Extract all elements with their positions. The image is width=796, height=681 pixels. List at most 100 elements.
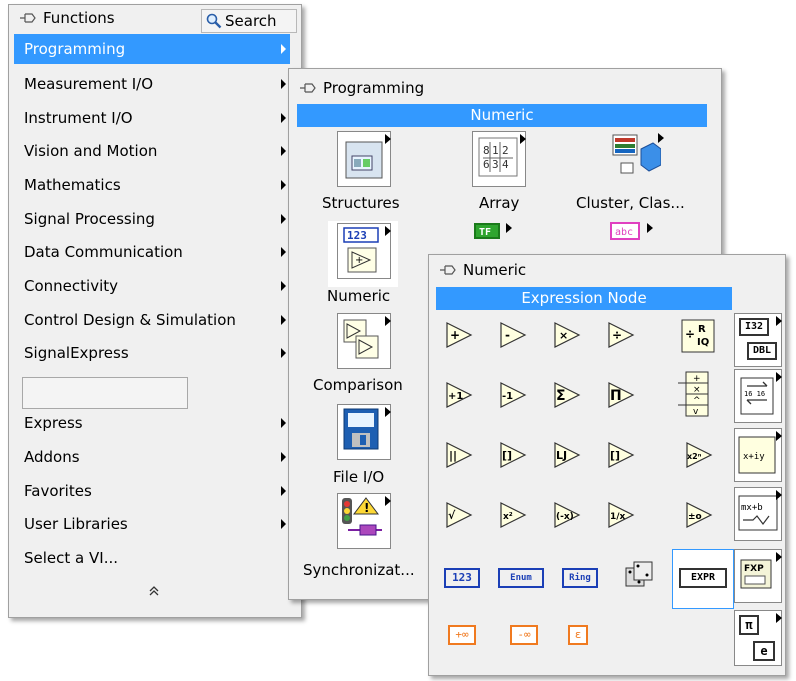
cluster-icon[interactable] — [609, 131, 664, 187]
menu-item-data-communication[interactable]: Data Communication — [14, 237, 290, 267]
svg-text:÷: ÷ — [685, 327, 695, 341]
conversion-subpalette-icon[interactable]: I32 DBL — [734, 313, 782, 367]
svg-text:√: √ — [448, 509, 456, 522]
round-nearest-icon[interactable]: [] — [498, 440, 528, 470]
submenu-arrow-icon — [647, 223, 653, 233]
multiply-array-elements-icon[interactable]: Π — [606, 380, 636, 410]
structures-icon[interactable] — [337, 131, 391, 187]
menu-item-label: Instrument I/O — [24, 109, 133, 127]
ring-constant[interactable]: Ring — [562, 568, 598, 588]
svg-text:v: v — [693, 407, 699, 417]
svg-text:×: × — [559, 329, 568, 342]
numeric-icon[interactable]: 123 + — [337, 223, 391, 279]
expression-node-bar[interactable]: Expression Node — [436, 287, 732, 310]
submenu-arrow-icon — [776, 431, 782, 441]
file-io-icon[interactable] — [337, 404, 391, 460]
add-icon[interactable]: + — [444, 320, 474, 350]
scaling-subpalette-icon[interactable]: mx+b — [734, 487, 782, 541]
negate-icon[interactable]: (-x) — [552, 500, 582, 530]
boolean-icon[interactable]: TF — [472, 221, 526, 251]
numeric-constant[interactable]: 123 — [444, 568, 480, 588]
menu-item-instrument-io[interactable]: Instrument I/O — [14, 103, 290, 133]
submenu-arrow-icon — [281, 281, 286, 291]
svg-text:4: 4 — [502, 158, 509, 171]
round-up-icon[interactable]: [] — [606, 440, 636, 470]
increment-icon[interactable]: +1 — [444, 380, 474, 410]
quotient-remainder-icon[interactable]: ÷ R IQ — [680, 318, 716, 354]
pin-icon[interactable] — [439, 263, 457, 277]
e-box: e — [753, 641, 775, 661]
programming-titlebar: Programming — [289, 75, 721, 101]
round-down-icon[interactable]: LJ — [552, 440, 582, 470]
svg-text:Π: Π — [610, 388, 622, 404]
search-button[interactable]: Search — [201, 9, 297, 33]
divide-icon[interactable]: ÷ — [606, 320, 636, 350]
menu-item-favorites[interactable]: Favorites — [14, 476, 290, 506]
square-icon[interactable]: x² — [498, 500, 528, 530]
menu-item-control-design[interactable]: Control Design & Simulation — [14, 305, 290, 335]
programming-title: Programming — [323, 79, 425, 97]
menu-item-measurement-io[interactable]: Measurement I/O — [14, 69, 290, 99]
square-root-icon[interactable]: √ — [444, 500, 474, 530]
menu-item-mathematics[interactable]: Mathematics — [14, 170, 290, 200]
sign-icon[interactable]: ±o — [684, 500, 714, 530]
svg-text:LJ: LJ — [556, 449, 567, 462]
scale-power-2-icon[interactable]: x2ⁿ — [684, 440, 714, 470]
menu-item-signal-processing[interactable]: Signal Processing — [14, 204, 290, 234]
submenu-arrow-icon — [776, 552, 782, 562]
programming-bar-numeric[interactable]: Numeric — [297, 104, 707, 127]
expr-label: EXPR — [690, 572, 716, 583]
eps-label: ε — [574, 628, 582, 641]
bool-tf-text: TF — [479, 227, 491, 238]
subtract-icon[interactable]: - — [498, 320, 528, 350]
comparison-icon[interactable] — [337, 313, 391, 369]
reciprocal-icon[interactable]: 1/x — [606, 500, 636, 530]
menu-item-label: Connectivity — [24, 277, 118, 295]
pi-label: π — [745, 618, 753, 632]
expression-node-selected-cell[interactable]: EXPR — [672, 549, 734, 609]
decrement-icon[interactable]: -1 — [498, 380, 528, 410]
svg-text:+: + — [693, 374, 701, 384]
menu-item-express[interactable]: Express — [14, 408, 290, 438]
negative-infinity-constant[interactable]: -∞ — [510, 625, 538, 645]
synchronization-icon[interactable]: ! — [337, 493, 391, 549]
menu-item-select-vi[interactable]: Select a VI... — [14, 543, 290, 573]
collapse-chevron-icon[interactable] — [148, 585, 160, 601]
submenu-arrow-icon — [281, 79, 286, 89]
compound-arithmetic-icon[interactable]: +×^v — [676, 370, 716, 418]
menu-item-signalexpress[interactable]: SignalExpress — [14, 338, 290, 368]
math-physical-constants-subpalette-icon[interactable]: π e — [734, 610, 782, 666]
menu-item-user-libraries[interactable]: User Libraries — [14, 509, 290, 539]
svg-text:8: 8 — [483, 144, 490, 157]
i32-box: I32 — [739, 318, 769, 336]
pin-icon[interactable] — [19, 11, 37, 25]
submenu-arrow-icon — [281, 452, 286, 462]
enum-constant[interactable]: Enum — [498, 568, 544, 588]
complex-subpalette-icon[interactable]: x+iy — [734, 428, 782, 482]
random-number-dice-icon[interactable] — [622, 558, 656, 594]
absolute-value-icon[interactable]: || — [444, 440, 474, 470]
svg-text:x+iy: x+iy — [743, 452, 765, 462]
submenu-arrow-icon — [281, 214, 286, 224]
add-array-elements-icon[interactable]: Σ — [552, 380, 582, 410]
menu-item-vision-motion[interactable]: Vision and Motion — [14, 136, 290, 166]
positive-infinity-constant[interactable]: +∞ — [448, 625, 476, 645]
array-icon[interactable]: 8 1 2 6 3 4 — [472, 131, 526, 187]
menu-item-connectivity[interactable]: Connectivity — [14, 271, 290, 301]
menu-item-programming[interactable]: Programming — [14, 34, 290, 64]
fixed-point-subpalette-icon[interactable]: FXP — [734, 549, 782, 603]
svg-text:R: R — [698, 324, 706, 335]
menu-item-addons[interactable]: Addons — [14, 442, 290, 472]
multiply-icon[interactable]: × — [552, 320, 582, 350]
svg-text:×: × — [693, 385, 701, 395]
pin-icon[interactable] — [299, 81, 317, 95]
machine-epsilon-constant[interactable]: ε — [568, 625, 588, 645]
menu-item-label: Vision and Motion — [24, 142, 158, 160]
submenu-arrow-icon — [385, 316, 391, 326]
svg-text:3: 3 — [492, 158, 499, 171]
data-manipulation-subpalette-icon[interactable]: 16 16 — [734, 369, 782, 423]
string-icon[interactable]: abc — [609, 221, 663, 251]
svg-text:+: + — [355, 255, 363, 266]
fxp-text: FXP — [744, 564, 764, 574]
search-label: Search — [225, 12, 277, 30]
